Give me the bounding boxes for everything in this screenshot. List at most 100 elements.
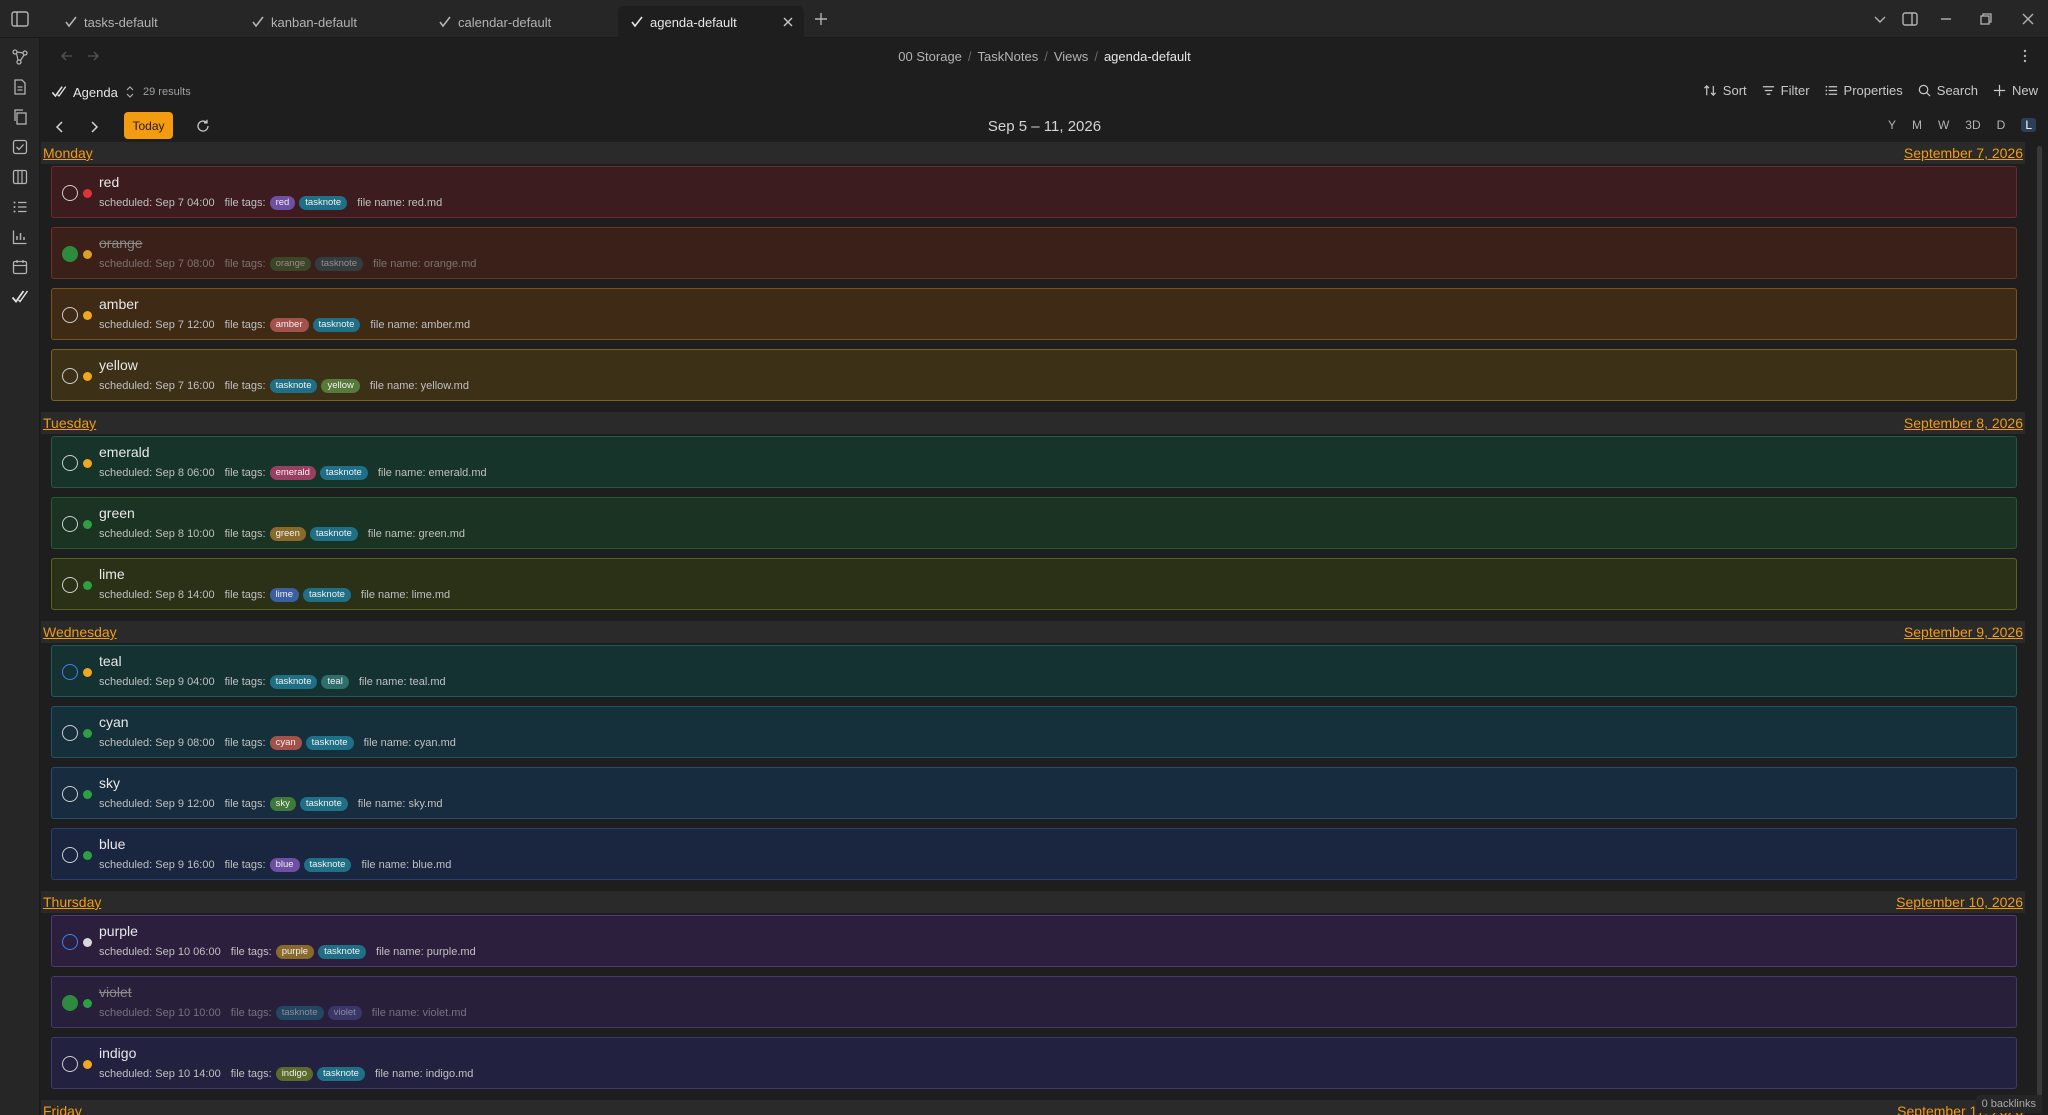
task-title[interactable]: emerald	[99, 444, 150, 460]
backlinks-status[interactable]: 0 backlinks	[1975, 1095, 2042, 1113]
scrollbar[interactable]	[2037, 146, 2042, 1096]
more-options-icon[interactable]	[2016, 47, 2034, 65]
task-title[interactable]: teal	[99, 653, 122, 669]
view-mode-month[interactable]: M	[1912, 118, 1922, 132]
status-toggle[interactable]	[62, 516, 78, 532]
task-title[interactable]: blue	[99, 836, 125, 852]
filter-button[interactable]: Filter	[1761, 83, 1810, 98]
task-card[interactable]: cyan scheduled: Sep 9 08:00 file tags: c…	[51, 706, 2017, 758]
tag-chip[interactable]: tasknote	[318, 945, 367, 959]
tasknotes-icon[interactable]	[11, 288, 29, 306]
breadcrumb-item[interactable]: 00 Storage	[898, 49, 962, 64]
status-toggle[interactable]	[62, 577, 78, 593]
task-title[interactable]: amber	[99, 296, 139, 312]
tag-chip[interactable]: tasknote	[269, 675, 318, 689]
day-date[interactable]: September 8, 2026	[1904, 415, 2023, 431]
status-toggle[interactable]	[62, 725, 78, 741]
tag-chip[interactable]: tasknote	[303, 858, 352, 872]
status-toggle[interactable]	[62, 455, 78, 471]
view-mode-year[interactable]: Y	[1888, 118, 1896, 132]
task-title[interactable]: cyan	[99, 714, 129, 730]
tag-chip[interactable]: tasknote	[299, 196, 348, 210]
tab-kanban-default[interactable]: kanban-default	[239, 6, 369, 38]
tag-chip[interactable]: cyan	[269, 736, 302, 750]
checkbox-icon[interactable]	[11, 138, 29, 156]
task-card[interactable]: orange scheduled: Sep 7 08:00 file tags:…	[51, 227, 2017, 279]
task-title[interactable]: red	[99, 174, 119, 190]
graph-icon[interactable]	[11, 48, 29, 66]
task-title[interactable]: green	[99, 505, 135, 521]
tag-chip[interactable]: teal	[321, 675, 349, 689]
breadcrumb-item[interactable]: Views	[1054, 49, 1088, 64]
tag-chip[interactable]: blue	[269, 858, 300, 872]
tag-chip[interactable]: purple	[275, 945, 315, 959]
task-title[interactable]: yellow	[99, 357, 138, 373]
task-card[interactable]: blue scheduled: Sep 9 16:00 file tags: b…	[51, 828, 2017, 880]
tag-chip[interactable]: tasknote	[317, 1067, 365, 1081]
sort-button[interactable]: Sort	[1703, 83, 1747, 98]
status-toggle[interactable]	[62, 307, 78, 323]
tag-chip[interactable]: tasknote	[309, 527, 358, 541]
task-title[interactable]: purple	[99, 923, 138, 939]
task-title[interactable]: sky	[99, 775, 120, 791]
view-mode-3day[interactable]: 3D	[1965, 118, 1980, 132]
task-card[interactable]: teal scheduled: Sep 9 04:00 file tags: t…	[51, 645, 2017, 697]
day-name[interactable]: Thursday	[43, 894, 101, 910]
status-toggle[interactable]	[62, 847, 78, 863]
calendar-icon[interactable]	[11, 258, 29, 276]
task-title[interactable]: indigo	[99, 1045, 136, 1061]
day-name[interactable]: Wednesday	[43, 624, 117, 640]
sidebar-toggle-icon[interactable]	[10, 9, 30, 29]
layout-icon[interactable]	[1900, 9, 1920, 29]
task-card[interactable]: red scheduled: Sep 7 04:00 file tags: re…	[51, 166, 2017, 218]
minimize-icon[interactable]	[1936, 9, 1956, 29]
task-title[interactable]: orange	[99, 235, 143, 251]
file-icon[interactable]	[11, 78, 29, 96]
new-tab-icon[interactable]	[812, 10, 830, 28]
status-toggle[interactable]	[62, 1056, 78, 1072]
restore-icon[interactable]	[1976, 9, 1996, 29]
status-toggle[interactable]	[62, 995, 78, 1011]
day-name[interactable]: Friday	[43, 1103, 82, 1115]
day-date[interactable]: September 10, 2026	[1896, 894, 2023, 910]
day-name[interactable]: Monday	[43, 145, 93, 161]
new-button[interactable]: New	[1992, 83, 2038, 98]
tag-chip[interactable]: tasknote	[305, 736, 354, 750]
tag-chip[interactable]: green	[269, 527, 306, 541]
chart-icon[interactable]	[11, 228, 29, 246]
task-card[interactable]: lime scheduled: Sep 8 14:00 file tags: l…	[51, 558, 2017, 610]
status-toggle[interactable]	[62, 664, 78, 680]
status-toggle[interactable]	[62, 934, 78, 950]
tag-chip[interactable]: tasknote	[312, 318, 361, 332]
status-toggle[interactable]	[62, 185, 78, 201]
day-date[interactable]: September 7, 2026	[1904, 145, 2023, 161]
task-card[interactable]: violet scheduled: Sep 10 10:00 file tags…	[51, 976, 2017, 1028]
view-mode-day[interactable]: D	[1997, 118, 2006, 132]
tag-chip[interactable]: tasknote	[269, 379, 318, 393]
tag-chip[interactable]: tasknote	[319, 466, 368, 480]
tag-chip[interactable]: violet	[327, 1006, 362, 1020]
tag-chip[interactable]: tasknote	[302, 588, 351, 602]
tag-chip[interactable]: tasknote	[315, 257, 364, 271]
tag-chip[interactable]: orange	[269, 257, 312, 271]
tag-chip[interactable]: amber	[269, 318, 309, 332]
close-icon[interactable]	[780, 14, 796, 30]
view-mode-list[interactable]: L	[2021, 118, 2036, 132]
task-card[interactable]: amber scheduled: Sep 7 12:00 file tags: …	[51, 288, 2017, 340]
status-toggle[interactable]	[62, 786, 78, 802]
tag-chip[interactable]: red	[269, 196, 296, 210]
copy-icon[interactable]	[11, 108, 29, 126]
tag-chip[interactable]: emerald	[269, 466, 316, 480]
breadcrumb-item[interactable]: TaskNotes	[978, 49, 1039, 64]
tab-calendar-default[interactable]: calendar-default	[426, 6, 563, 38]
view-selector[interactable]: Agenda	[51, 84, 142, 100]
tag-chip[interactable]: tasknote	[275, 1006, 324, 1020]
list-icon[interactable]	[11, 198, 29, 216]
tag-chip[interactable]: sky	[269, 797, 296, 811]
kanban-icon[interactable]	[11, 168, 29, 186]
task-title[interactable]: lime	[99, 566, 125, 582]
tag-chip[interactable]: lime	[269, 588, 299, 602]
task-title[interactable]: violet	[99, 984, 132, 1000]
task-card[interactable]: yellow scheduled: Sep 7 16:00 file tags:…	[51, 349, 2017, 401]
tab-agenda-default[interactable]: agenda-default	[618, 6, 804, 38]
